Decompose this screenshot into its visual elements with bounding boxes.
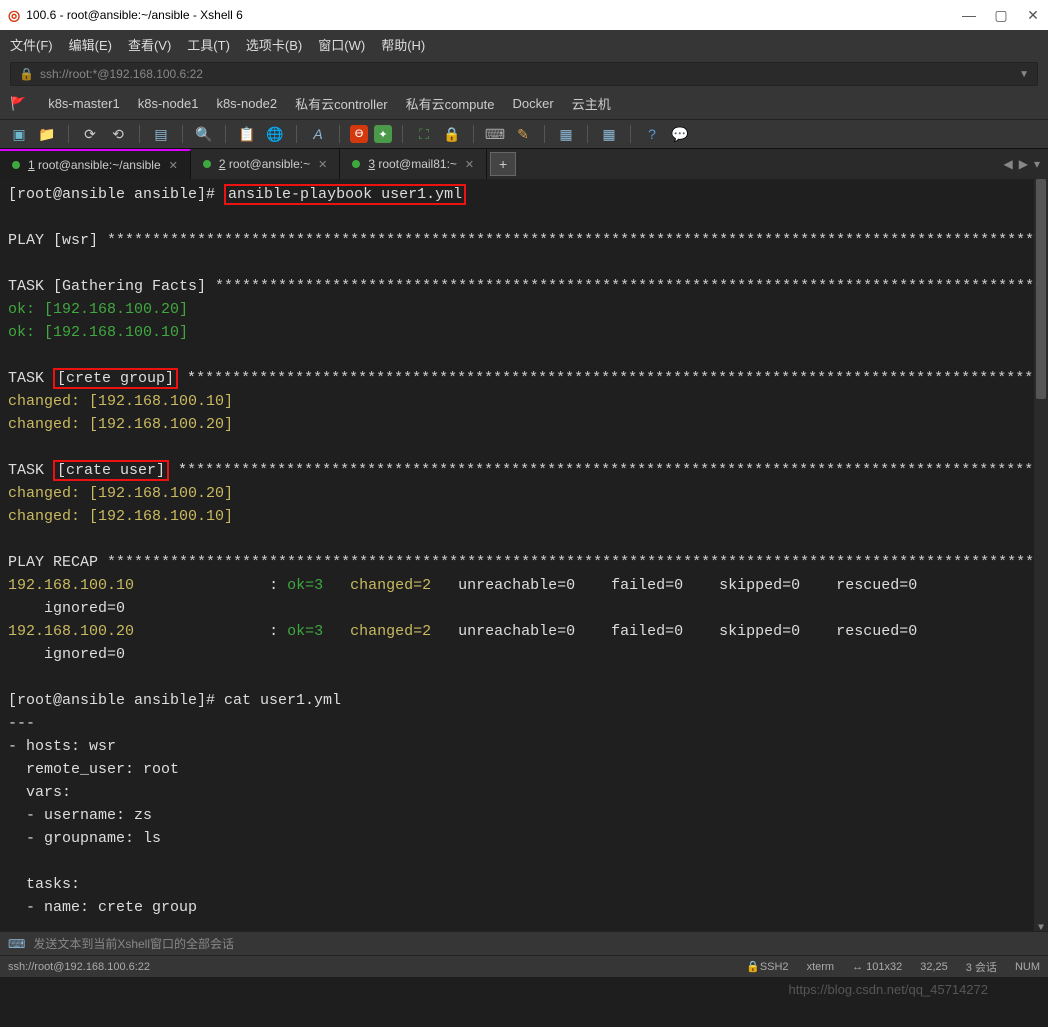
tab-session-2[interactable]: 2 root@ansible:~ ✕ — [191, 149, 340, 179]
session-link[interactable]: Docker — [513, 96, 554, 111]
menu-tabs[interactable]: 选项卡(B) — [246, 35, 302, 54]
app-icon: ◎ — [8, 7, 20, 24]
highlight-box: [crate user] — [53, 460, 169, 481]
status-dot-icon — [352, 160, 360, 168]
status-term: xterm — [807, 961, 835, 973]
close-tab-icon[interactable]: ✕ — [465, 158, 474, 171]
disconnect-icon[interactable]: ⟲ — [107, 123, 129, 145]
session-shortcuts: 🚩 k8s-master1 k8s-node1 k8s-node2 私有云con… — [0, 92, 1048, 119]
address-text: ssh://root:*@192.168.100.6:22 — [40, 67, 203, 81]
tab-menu-icon[interactable]: ▾ — [1034, 157, 1040, 171]
tab-session-3[interactable]: 3 root@mail81:~ ✕ — [340, 149, 487, 179]
toolbar: ▣ 📁 ⟳ ⟲ ▤ 🔍 📋 🌐 A Ө ✦ ⛶ 🔒 ⌨ ✎ ▦ ▦ ? 💬 — [0, 119, 1048, 149]
compose-bar[interactable]: ⌨ 发送文本到当前Xshell窗口的全部会话 — [0, 931, 1048, 955]
chevron-down-icon[interactable]: ▼ — [1019, 69, 1029, 80]
menu-tools[interactable]: 工具(T) — [187, 35, 230, 54]
menu-window[interactable]: 窗口(W) — [318, 35, 365, 54]
minimize-button[interactable]: — — [962, 7, 976, 24]
tab-next-icon[interactable]: ▶ — [1019, 157, 1028, 171]
highlight-box: ansible-playbook user1.yml — [224, 184, 466, 205]
copy-icon[interactable]: 📋 — [236, 123, 258, 145]
scroll-down-icon[interactable]: ▼ — [1034, 917, 1048, 931]
chat-icon[interactable]: 💬 — [669, 123, 691, 145]
globe-icon[interactable]: 🌐 — [264, 123, 286, 145]
session-link[interactable]: 云主机 — [572, 94, 611, 113]
flag-icon: 🚩 — [10, 96, 26, 112]
status-connection: ssh://root@192.168.100.6:22 — [8, 961, 150, 973]
menu-help[interactable]: 帮助(H) — [381, 35, 425, 54]
fullscreen-icon[interactable]: ⛶ — [413, 123, 435, 145]
status-pos: 32,25 — [920, 961, 948, 973]
window-titlebar: ◎ 100.6 - root@ansible:~/ansible - Xshel… — [0, 0, 1048, 30]
close-button[interactable]: ✕ — [1026, 7, 1040, 24]
compose-placeholder: 发送文本到当前Xshell窗口的全部会话 — [33, 935, 234, 952]
menu-file[interactable]: 文件(F) — [10, 35, 53, 54]
green-icon[interactable]: ✦ — [374, 125, 392, 143]
status-dot-icon — [12, 161, 20, 169]
new-session-icon[interactable]: ▣ — [8, 123, 30, 145]
session-link[interactable]: k8s-node2 — [216, 96, 277, 111]
scrollbar-thumb[interactable] — [1036, 179, 1046, 399]
window-title: 100.6 - root@ansible:~/ansible - Xshell … — [26, 8, 243, 22]
session-link[interactable]: k8s-master1 — [48, 96, 120, 111]
xshell-icon[interactable]: Ө — [350, 125, 368, 143]
terminal-scrollbar[interactable]: ▼ — [1034, 179, 1048, 931]
maximize-button[interactable]: ▢ — [994, 7, 1008, 24]
status-dot-icon — [203, 160, 211, 168]
font-icon[interactable]: A — [307, 123, 329, 145]
search-icon[interactable]: 🔍 — [193, 123, 215, 145]
keyboard-icon[interactable]: ⌨ — [484, 123, 506, 145]
tile-icon[interactable]: ▦ — [555, 123, 577, 145]
status-lock-icon: 🔒SSH2 — [746, 960, 788, 973]
menu-edit[interactable]: 编辑(E) — [69, 35, 112, 54]
menu-bar: 文件(F) 编辑(E) 查看(V) 工具(T) 选项卡(B) 窗口(W) 帮助(… — [0, 30, 1048, 58]
highlight-icon[interactable]: ✎ — [512, 123, 534, 145]
tab-bar: 1 root@ansible:~/ansible ✕ 2 root@ansibl… — [0, 149, 1048, 179]
tab-session-1[interactable]: 1 root@ansible:~/ansible ✕ — [0, 149, 191, 179]
address-bar[interactable]: 🔒 ssh://root:*@192.168.100.6:22 ▼ — [10, 62, 1038, 86]
session-link[interactable]: 私有云controller — [295, 94, 387, 113]
watermark: https://blog.csdn.net/qq_45714272 — [789, 982, 989, 997]
highlight-box: [crete group] — [53, 368, 178, 389]
status-bar: ssh://root@192.168.100.6:22 🔒SSH2 xterm … — [0, 955, 1048, 977]
new-tab-button[interactable]: + — [490, 152, 516, 176]
lock-icon[interactable]: 🔒 — [441, 123, 463, 145]
close-tab-icon[interactable]: ✕ — [169, 159, 178, 172]
keyboard-icon: ⌨ — [8, 937, 25, 951]
status-num: NUM — [1015, 961, 1040, 973]
menu-view[interactable]: 查看(V) — [128, 35, 171, 54]
status-size: ↔ 101x32 — [852, 961, 902, 973]
open-folder-icon[interactable]: 📁 — [36, 123, 58, 145]
terminal[interactable]: [root@ansible ansible]# ansible-playbook… — [0, 179, 1048, 931]
tab-prev-icon[interactable]: ◀ — [1004, 157, 1013, 171]
help-icon[interactable]: ? — [641, 123, 663, 145]
grid-icon[interactable]: ▦ — [598, 123, 620, 145]
reconnect-icon[interactable]: ⟳ — [79, 123, 101, 145]
status-sessions: 3 会话 — [966, 959, 997, 975]
lock-icon: 🔒 — [19, 67, 34, 81]
session-link[interactable]: k8s-node1 — [138, 96, 199, 111]
session-link[interactable]: 私有云compute — [406, 94, 495, 113]
close-tab-icon[interactable]: ✕ — [318, 158, 327, 171]
properties-icon[interactable]: ▤ — [150, 123, 172, 145]
